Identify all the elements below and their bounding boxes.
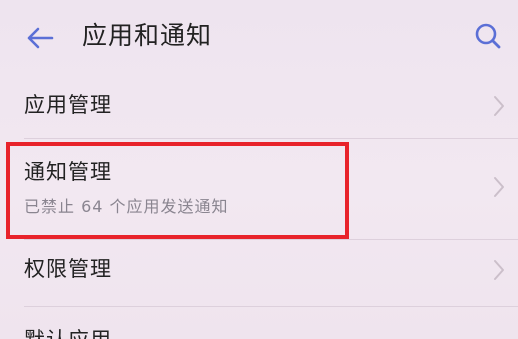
highlight-box [6,142,349,239]
list-item-permission-management[interactable]: 权限管理 [0,240,518,306]
chevron-right-icon [494,260,504,280]
back-button[interactable] [20,20,60,56]
list-item-default-apps[interactable]: 默认应用 [0,307,518,339]
top-app-bar: 应用和通知 [0,0,518,72]
search-icon [475,23,501,49]
list-item-app-management[interactable]: 应用管理 [0,72,518,138]
list-item-title: 默认应用 [24,325,112,339]
chevron-right-icon [494,96,504,116]
app-notifications-screen: 应用和通知 应用管理 通知管理 已禁止 64 个应用发送通知 权限管理 默认 [0,0,518,339]
list-item-title: 应用管理 [24,93,112,117]
page-title: 应用和通知 [82,21,213,50]
search-button[interactable] [470,18,506,54]
chevron-right-icon [494,177,504,197]
arrow-left-icon [27,27,54,49]
list-item-title: 权限管理 [24,257,112,281]
